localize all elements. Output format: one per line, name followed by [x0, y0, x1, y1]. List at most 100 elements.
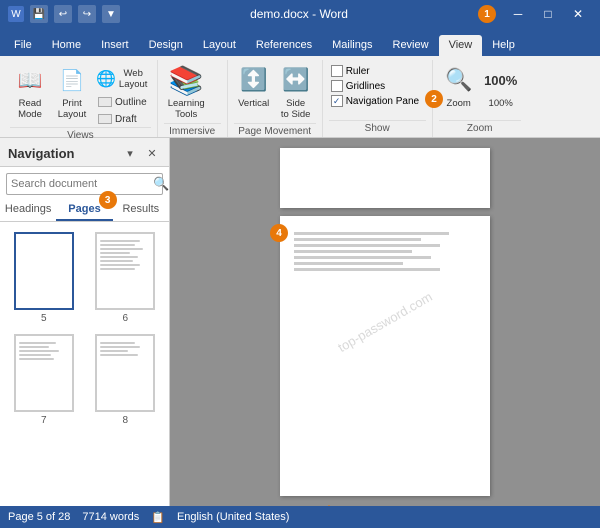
tab-results[interactable]: Results: [113, 199, 169, 221]
page-img-5: [14, 232, 74, 310]
ribbon: 📖 ReadMode 📄 PrintLayout 🌐 WebLayout Out…: [0, 56, 600, 138]
navigation-pane-checkbox[interactable]: ✓ Navigation Pane 2: [329, 94, 421, 108]
title-bar: W 💾 ↩ ↪ ▼ demo.docx - Word 1 ─ □ ✕: [0, 0, 600, 28]
page-thumb-6[interactable]: 6: [90, 232, 162, 324]
line1: [100, 240, 140, 242]
show-checkboxes: Ruler Gridlines ✓ Navigation Pane 2: [329, 62, 421, 108]
zoom-icon: 🔍: [443, 64, 475, 96]
tab-references[interactable]: References: [246, 35, 322, 56]
tab-design[interactable]: Design: [139, 35, 193, 56]
side-to-side-label: Sideto Side: [281, 98, 311, 121]
line2: [100, 346, 140, 348]
nav-chevron-btn[interactable]: ▾: [121, 144, 139, 162]
gridlines-checkbox[interactable]: Gridlines: [329, 79, 421, 93]
side-to-side-icon: ↔️: [280, 64, 312, 96]
tab-view[interactable]: View: [439, 35, 483, 56]
maximize-btn[interactable]: □: [534, 0, 562, 28]
badge-three: 3: [99, 191, 117, 209]
window-title: demo.docx - Word: [120, 7, 478, 21]
ribbon-tabs: File Home Insert Design Layout Reference…: [0, 28, 600, 56]
ruler-label: Ruler: [346, 66, 370, 77]
close-btn[interactable]: ✕: [564, 0, 592, 28]
tab-insert[interactable]: Insert: [91, 35, 139, 56]
line7: [100, 264, 140, 266]
zoom-btn[interactable]: 🔍 Zoom: [439, 62, 479, 111]
doc-page-5: [280, 148, 490, 208]
search-icon[interactable]: 🔍: [153, 176, 169, 192]
learning-tools-label: LearningTools: [168, 98, 205, 121]
tab-layout[interactable]: Layout: [193, 35, 246, 56]
search-input[interactable]: [11, 178, 153, 190]
tab-review[interactable]: Review: [383, 35, 439, 56]
tab-file[interactable]: File: [4, 35, 42, 56]
page-thumb-7[interactable]: 7: [8, 334, 80, 426]
undo-btn[interactable]: ↩: [54, 5, 72, 23]
read-mode-btn[interactable]: 📖 ReadMode: [10, 62, 50, 123]
save-btn[interactable]: 💾: [30, 5, 48, 23]
line1: [100, 342, 135, 344]
badge-four: 4: [270, 224, 288, 242]
minimize-btn[interactable]: ─: [504, 0, 532, 28]
tab-home[interactable]: Home: [42, 35, 91, 56]
tab-mailings[interactable]: Mailings: [322, 35, 382, 56]
title-bar-controls: W 💾 ↩ ↪ ▼: [8, 5, 120, 23]
show-group-label: Show: [329, 120, 426, 137]
tab-headings[interactable]: Headings: [0, 199, 56, 221]
content-line: [294, 250, 412, 253]
page-num-8: 8: [122, 415, 128, 426]
zoom100-btn[interactable]: 100% 100%: [481, 62, 521, 111]
web-layout-icon: 🌐: [96, 69, 116, 89]
ruler-checkbox-box: [331, 65, 343, 77]
draft-btn[interactable]: Draft: [94, 112, 151, 127]
line2: [19, 346, 49, 348]
redo-btn[interactable]: ↪: [78, 5, 96, 23]
line2: [100, 244, 135, 246]
line1: [19, 342, 57, 344]
zoom-group-label: Zoom: [439, 120, 521, 137]
side-to-side-btn[interactable]: ↔️ Sideto Side: [276, 62, 316, 123]
zoom100-label: 100%: [489, 98, 513, 109]
content-line: [294, 256, 431, 259]
badge-one: 1: [478, 5, 496, 23]
gridlines-checkbox-box: [331, 80, 343, 92]
web-layout-btn[interactable]: 🌐 WebLayout: [94, 66, 151, 93]
vertical-btn[interactable]: ↕️ Vertical: [234, 62, 274, 111]
tab-pages[interactable]: Pages 3: [56, 199, 112, 221]
page-thumb-5[interactable]: 5: [8, 232, 80, 324]
page-img-8: [95, 334, 155, 412]
navigation-pane-label: Navigation Pane: [346, 96, 419, 107]
tab-help[interactable]: Help: [482, 35, 525, 56]
ribbon-group-views: 📖 ReadMode 📄 PrintLayout 🌐 WebLayout Out…: [4, 60, 158, 137]
page-status: Page 5 of 28: [8, 511, 70, 523]
vertical-icon: ↕️: [238, 64, 270, 96]
read-mode-icon: 📖: [14, 64, 46, 96]
vertical-label: Vertical: [238, 98, 269, 109]
window-buttons: ─ □ ✕: [504, 0, 592, 28]
show-items: Ruler Gridlines ✓ Navigation Pane 2: [329, 62, 426, 120]
page-6-lines: [97, 234, 153, 276]
line3: [19, 350, 59, 352]
line5: [19, 358, 54, 360]
zoom-items: 🔍 Zoom 100% 100%: [439, 62, 521, 120]
badge-two: 2: [425, 90, 443, 108]
ruler-checkbox[interactable]: Ruler: [329, 64, 421, 78]
page-num-5: 5: [41, 313, 47, 324]
outline-btn[interactable]: Outline: [94, 95, 151, 110]
search-box: 🔍 ▼: [6, 173, 163, 195]
immersive-items: 📚 LearningTools: [164, 62, 221, 123]
print-layout-btn[interactable]: 📄 PrintLayout: [52, 62, 92, 123]
nav-controls: ▾ ✕: [121, 144, 161, 162]
learning-tools-btn[interactable]: 📚 LearningTools: [164, 62, 209, 123]
ribbon-group-page-movement: ↕️ Vertical ↔️ Sideto Side Page Movement: [228, 60, 323, 137]
learning-tools-icon: 📚: [170, 64, 202, 96]
gridlines-label: Gridlines: [346, 81, 385, 92]
page-img-7: [14, 334, 74, 412]
read-mode-label: ReadMode: [18, 98, 42, 121]
doc-page-6: [280, 216, 490, 496]
page-8-lines: [97, 336, 153, 362]
quick-access-btn[interactable]: ▼: [102, 5, 120, 23]
nav-close-btn[interactable]: ✕: [143, 144, 161, 162]
document-area: top-password.com 4: [170, 138, 600, 506]
page-thumb-8[interactable]: 8: [90, 334, 162, 426]
page-num-6: 6: [122, 313, 128, 324]
